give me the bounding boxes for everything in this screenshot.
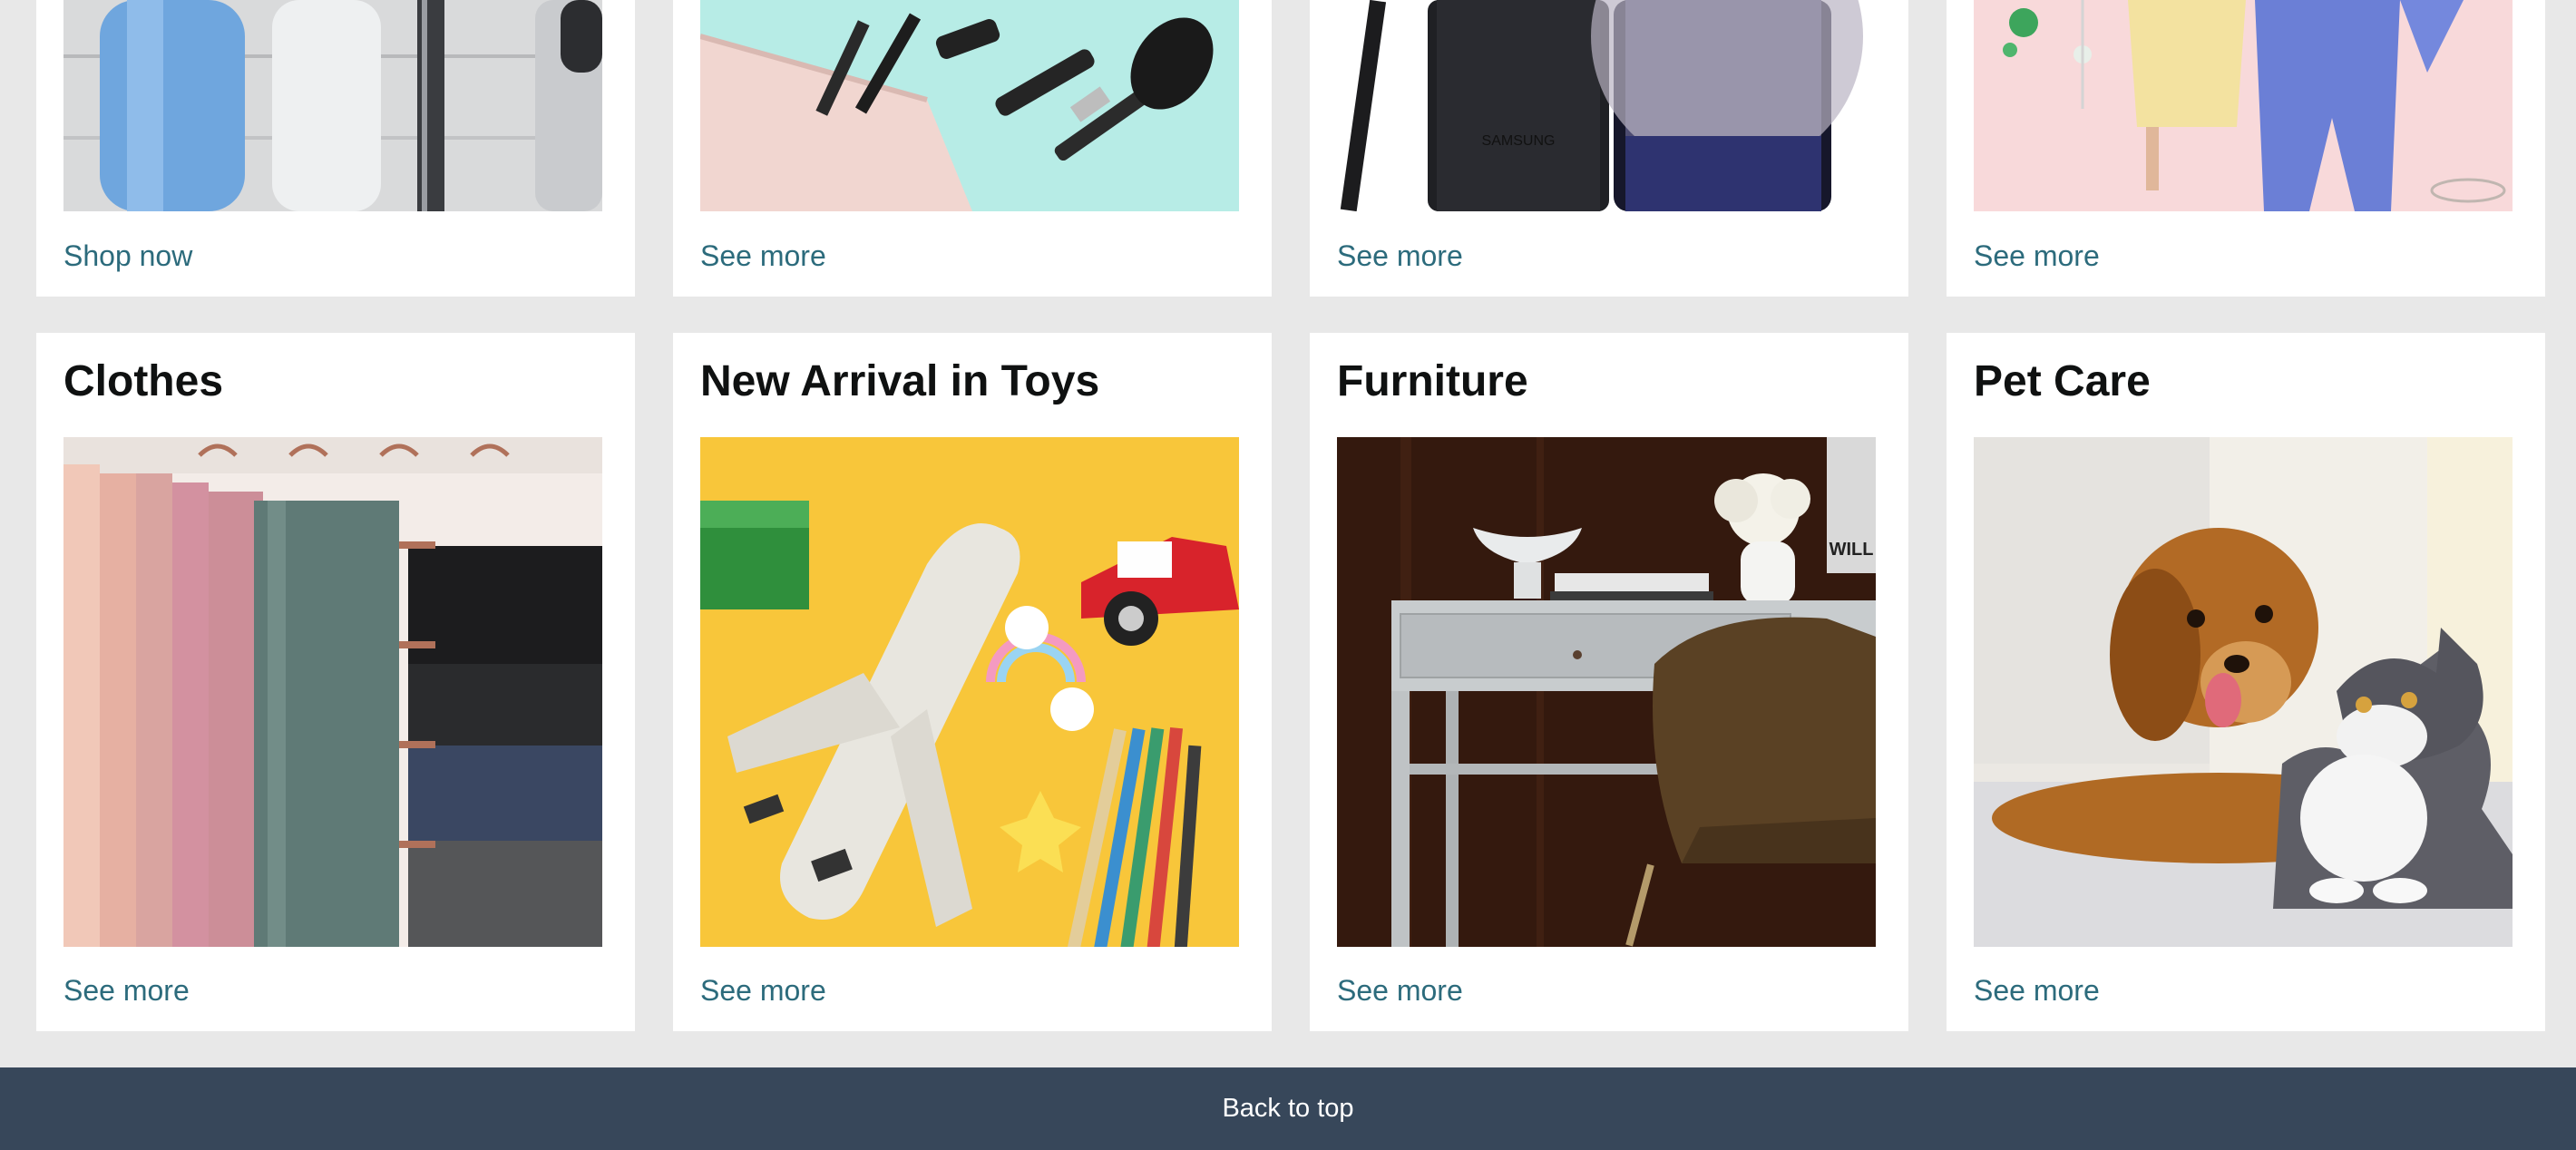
card-title: Clothes	[63, 357, 224, 405]
samsung-phone-image[interactable]: SAMSUNG	[1337, 0, 1876, 211]
card-title: Furniture	[1337, 357, 1528, 405]
wall-art-text: WILL	[1830, 540, 1874, 560]
dog-and-cat-image[interactable]	[1974, 437, 2513, 947]
razors-and-trimmers-image[interactable]	[63, 0, 602, 211]
see-more-link[interactable]: See more	[1337, 239, 1463, 273]
product-card-beauty: See more	[673, 0, 1272, 297]
product-card-furniture: Furniture WILL See more	[1310, 333, 1908, 1031]
product-card-clothes: Clothes See more	[36, 333, 635, 1031]
shop-now-link[interactable]: Shop now	[63, 239, 192, 273]
back-to-top-bar[interactable]: Back to top	[0, 1067, 2576, 1150]
makeup-bag-image[interactable]	[700, 0, 1239, 211]
top-card-row: Shop now See more SAMSUNG See more See m…	[36, 0, 2545, 297]
product-card-fashion: See more	[1947, 0, 2545, 297]
card-title: New Arrival in Toys	[700, 357, 1100, 405]
desk-chair-image[interactable]: WILL	[1337, 437, 1876, 947]
see-more-link[interactable]: See more	[63, 974, 190, 1008]
fashion-models-image[interactable]	[1974, 0, 2513, 211]
see-more-link[interactable]: See more	[700, 239, 826, 273]
hanging-clothes-image[interactable]	[63, 437, 602, 947]
see-more-link[interactable]: See more	[1974, 239, 2100, 273]
samsung-logo-text: SAMSUNG	[1482, 133, 1556, 149]
toy-airplane-image[interactable]	[700, 437, 1239, 947]
back-to-top-link[interactable]: Back to top	[1222, 1094, 1353, 1124]
see-more-link[interactable]: See more	[700, 974, 826, 1008]
product-card-pet-care: Pet Care See more	[1947, 333, 2545, 1031]
card-title: Pet Care	[1974, 357, 2151, 405]
product-card-toys: New Arrival in Toys See more	[673, 333, 1272, 1031]
product-card-grooming: Shop now	[36, 0, 635, 297]
see-more-link[interactable]: See more	[1974, 974, 2100, 1008]
product-card-phones: SAMSUNG See more	[1310, 0, 1908, 297]
see-more-link[interactable]: See more	[1337, 974, 1463, 1008]
bottom-card-row: Clothes See more New Arrival in Toys See…	[36, 333, 2545, 1031]
